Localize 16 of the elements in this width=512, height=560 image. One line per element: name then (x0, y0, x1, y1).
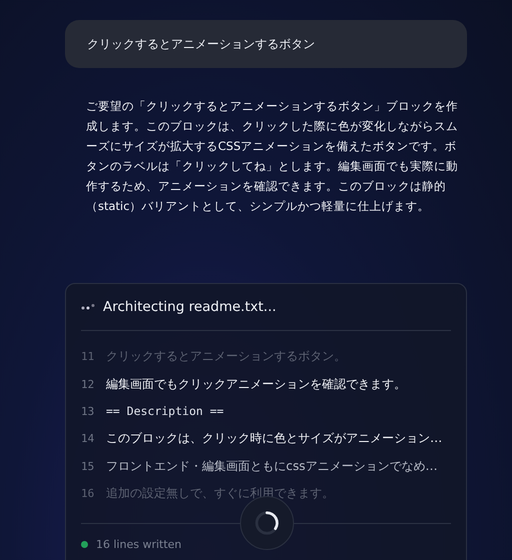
line-number: 16 (81, 487, 96, 500)
status-text: 16 lines written (96, 538, 182, 550)
line-number: 12 (81, 378, 96, 391)
response-paragraph: ご要望の「クリックするとアニメーションするボタン」ブロックを作成します。このブロックは、クリックした際に色が変化しながらスムーズにサイズが拡大するCSSアニメーションを備えたボタンです。ボタンのラベルは「クリックしてね」とします。編集画面でも実際に動作するため、アニメーションを確認できます。このブロックは静的（static）バリアントとして、シンプルかつ軽量に仕上げます。 (86, 98, 459, 215)
code-line: クリックするとアニメーションするボタン。 (106, 348, 346, 366)
line-number: 14 (81, 432, 96, 446)
code-line: フロントエンド・編集画面ともにcssアニメーションでなめ… (106, 458, 438, 475)
line-number: 15 (81, 460, 96, 473)
code-line: 編集画面でもクリックアニメーションを確認できます。 (106, 376, 406, 393)
loading-dots-icon (81, 303, 95, 311)
code-line: == Description == (106, 404, 224, 418)
code-line: このブロックは、クリック時に色とサイズがアニメーション… (106, 430, 442, 448)
line-number: 11 (81, 350, 96, 364)
line-number: 13 (81, 404, 96, 418)
writer-title: Architecting readme.txt... (103, 299, 276, 315)
prompt-text: クリックするとアニメーションするボタン (87, 36, 315, 52)
